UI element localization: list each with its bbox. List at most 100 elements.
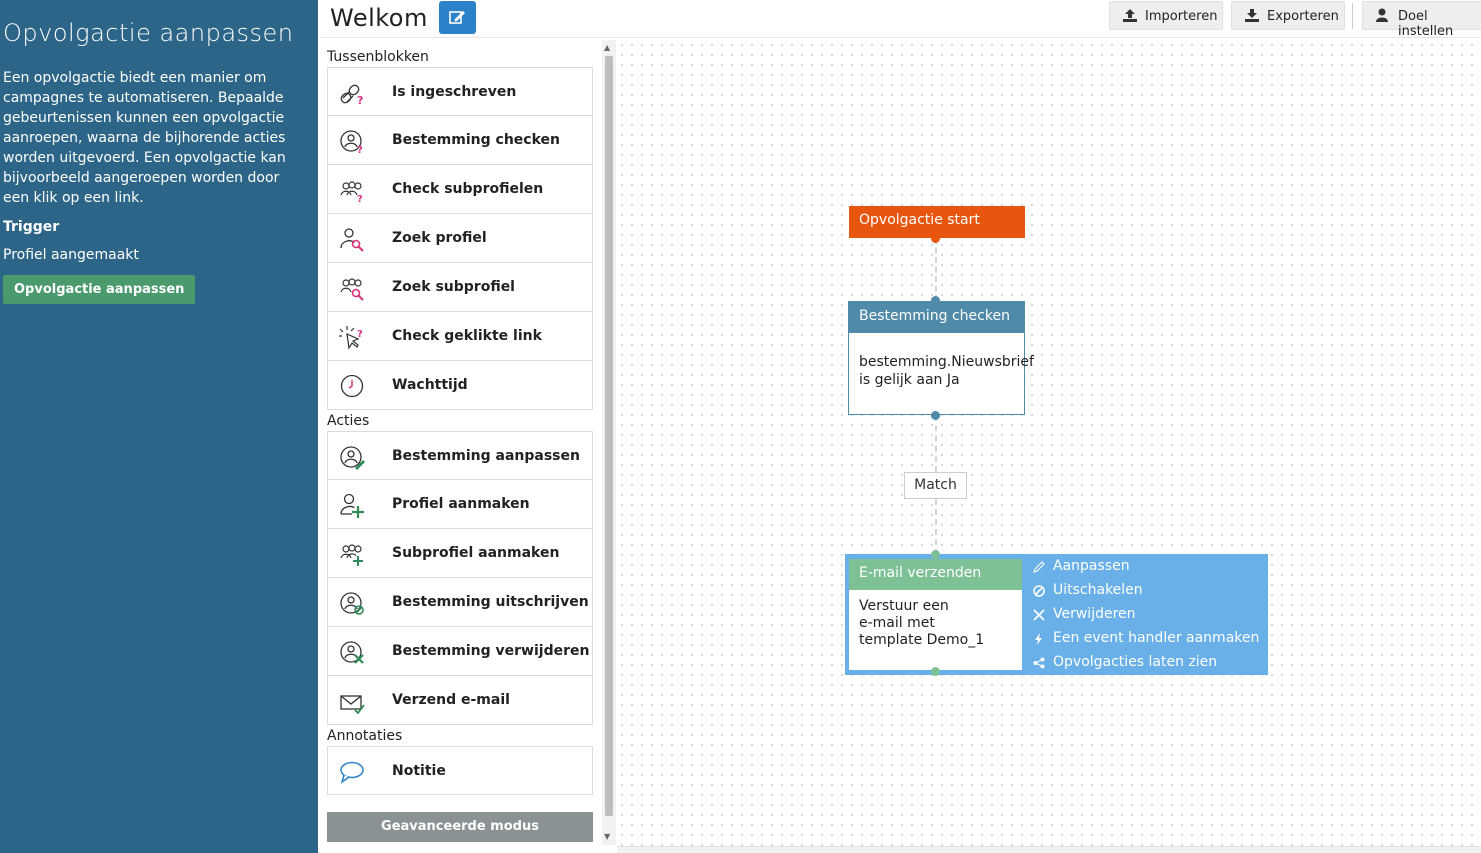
set-goal-button[interactable]: Doel instellen (1362, 1, 1481, 39)
edit-followup-button[interactable]: Opvolgactie aanpassen (3, 275, 196, 304)
block-send-email[interactable]: Verzend e-mail (327, 676, 593, 725)
block-remove-destination[interactable]: Bestemming verwijderen (327, 627, 593, 676)
goal-label: Doel instellen (1398, 9, 1454, 39)
section-heading-annotations: Annotaties (327, 728, 403, 744)
block-label: Check subprofielen (392, 181, 544, 197)
check-output-port[interactable] (931, 411, 940, 420)
start-node[interactable]: Opvolgactie start (849, 206, 1025, 238)
block-label: Profiel aanmaken (392, 496, 530, 512)
target-edit-icon (340, 446, 365, 470)
block-label: Bestemming aanpassen (392, 448, 580, 464)
user-search-icon (340, 228, 364, 252)
start-output-port[interactable] (931, 234, 940, 243)
check-node-condition-line: bestemming.Nieuwsbrief (859, 354, 1034, 370)
trigger-heading: Trigger (3, 219, 60, 235)
email-node-card[interactable]: E-mail verzenden Verstuur een e-mail met… (848, 558, 1023, 671)
email-input-port[interactable] (931, 550, 940, 559)
block-create-profile[interactable]: Profiel aanmaken (327, 480, 593, 529)
block-search-profile[interactable]: Zoek profiel (327, 214, 593, 263)
branch-icon (1033, 657, 1045, 669)
block-label: Subprofiel aanmaken (392, 545, 560, 561)
block-label: Bestemming uitschrijven (392, 594, 589, 610)
block-label: Bestemming checken (392, 132, 560, 148)
menu-item-delete[interactable]: Verwijderen (1031, 604, 1259, 628)
palette-scroll-thumb[interactable] (605, 56, 613, 816)
email-node-title: E-mail verzenden (849, 559, 1022, 590)
connector (935, 238, 937, 301)
click-question-icon: ? (339, 326, 363, 350)
block-is-subscribed[interactable]: ? Is ingeschreven (327, 67, 593, 116)
clock-icon (340, 374, 364, 398)
export-label: Exporteren (1267, 9, 1339, 24)
close-icon (1033, 609, 1045, 621)
block-unsubscribe-destination[interactable]: Bestemming uitschrijven (327, 578, 593, 627)
check-node-condition-line: is gelijk aan Ja (859, 372, 960, 388)
check-node-body: bestemming.Nieuwsbrief is gelijk aan Ja (849, 333, 1034, 389)
import-button[interactable]: Importeren (1109, 1, 1223, 30)
block-label: Check geklikte link (392, 328, 542, 344)
svg-text:?: ? (357, 145, 363, 154)
check-node-title: Bestemming checken (849, 302, 1024, 333)
block-create-subprofile[interactable]: Subprofiel aanmaken (327, 529, 593, 578)
group-question-icon: ? (340, 181, 363, 203)
canvas-horizontal-scrollbar[interactable] (617, 846, 1481, 853)
import-label: Importeren (1145, 9, 1218, 24)
disable-icon (1033, 585, 1045, 597)
top-bar: Welkom Importeren Exporteren Doel instel… (320, 0, 1481, 39)
target-question-icon: ? (340, 130, 363, 154)
user-add-icon (340, 493, 364, 518)
block-note[interactable]: Notitie (327, 746, 593, 795)
envelope-send-icon (340, 695, 365, 714)
block-check-destination[interactable]: ? Bestemming checken (327, 116, 593, 165)
match-label[interactable]: Match (904, 472, 967, 499)
trigger-value: Profiel aangemaakt (3, 247, 139, 263)
scroll-up-icon[interactable]: ▲ (604, 43, 610, 52)
page-title: Welkom (330, 4, 428, 32)
info-panel: Opvolgactie aanpassen Een opvolgactie bi… (0, 0, 318, 853)
section-heading-intermediate: Tussenblokken (327, 49, 429, 65)
check-destination-node[interactable]: Bestemming checken bestemming.Nieuwsbrie… (848, 301, 1034, 415)
block-palette: Tussenblokken ? Is ingeschreven ? Bestem… (320, 40, 616, 853)
menu-item-show-followups[interactable]: Opvolgacties laten zien (1031, 652, 1259, 676)
upload-icon (1123, 9, 1137, 22)
link-question-icon: ? (340, 84, 363, 106)
block-label: Zoek profiel (392, 230, 487, 246)
menu-item-label: Uitschakelen (1053, 582, 1143, 598)
block-search-subprofile[interactable]: Zoek subprofiel (327, 263, 593, 312)
email-node-body: Verstuur een e-mail met template Demo_1 (849, 590, 1022, 649)
block-check-clicked-link[interactable]: ? Check geklikte link (327, 312, 593, 361)
block-label: Is ingeschreven (392, 84, 517, 100)
menu-item-disable[interactable]: Uitschakelen (1031, 580, 1259, 604)
block-label: Notitie (392, 763, 446, 779)
block-wait-time[interactable]: Wachttijd (327, 361, 593, 410)
export-button[interactable]: Exporteren (1231, 1, 1345, 30)
menu-item-label: Een event handler aanmaken (1053, 630, 1260, 646)
email-node-text-line: e-mail met (859, 615, 935, 631)
scroll-down-icon[interactable]: ▼ (604, 832, 610, 841)
email-node-text-line: Verstuur een (859, 598, 949, 614)
edit-icon (449, 11, 465, 24)
advanced-mode-button[interactable]: Geavanceerde modus (327, 812, 593, 842)
toolbar-divider (1352, 3, 1353, 29)
pencil-icon (1033, 561, 1045, 573)
start-node-label: Opvolgactie start (859, 212, 980, 228)
edit-title-button[interactable] (439, 1, 476, 34)
target-unsubscribe-icon (340, 592, 364, 615)
block-check-subprofiles[interactable]: ? Check subprofielen (327, 165, 593, 214)
flow-canvas[interactable]: Opvolgactie start Bestemming checken bes… (617, 40, 1481, 846)
email-node-text-line: template Demo_1 (859, 632, 985, 648)
menu-item-create-event-handler[interactable]: Een event handler aanmaken (1031, 628, 1259, 652)
menu-item-edit[interactable]: Aanpassen (1031, 556, 1259, 580)
check-input-port[interactable] (931, 296, 940, 305)
email-output-port[interactable] (931, 667, 940, 676)
block-label: Wachttijd (392, 377, 468, 393)
download-icon (1245, 9, 1259, 22)
block-label: Bestemming verwijderen (392, 643, 590, 659)
menu-item-label: Verwijderen (1053, 606, 1136, 622)
svg-text:?: ? (357, 329, 363, 340)
block-edit-destination[interactable]: Bestemming aanpassen (327, 431, 593, 480)
bolt-icon (1035, 633, 1042, 645)
group-add-icon (340, 544, 363, 566)
menu-item-label: Aanpassen (1053, 558, 1130, 574)
send-email-node[interactable]: E-mail verzenden Verstuur een e-mail met… (845, 554, 1268, 675)
